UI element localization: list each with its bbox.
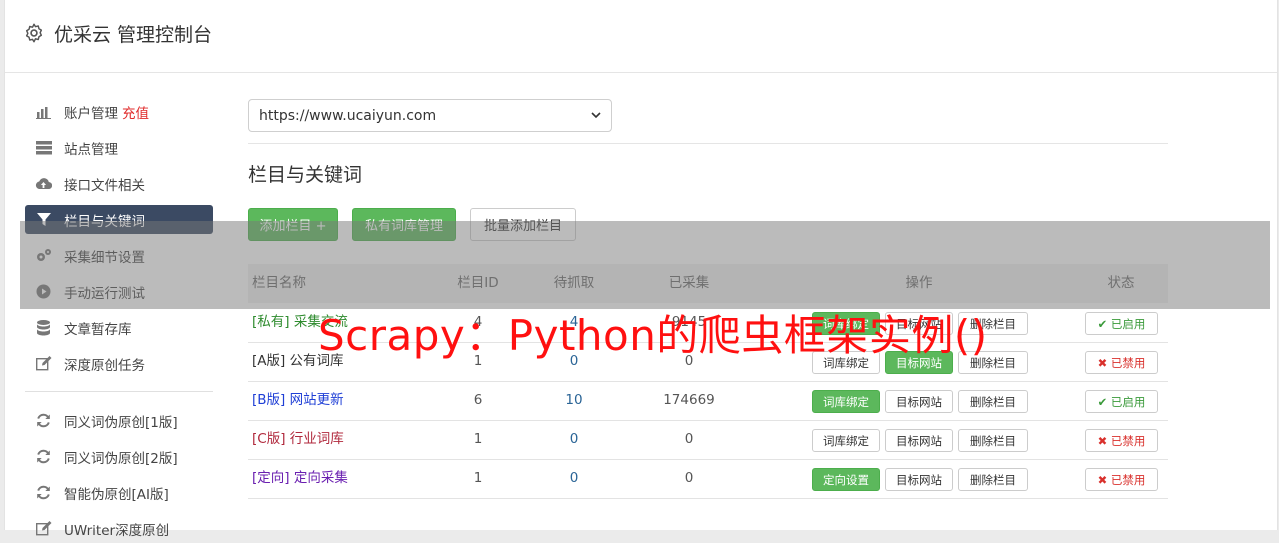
gray-overlay-band bbox=[20, 221, 1270, 309]
sidebar-item-account[interactable]: 账户管理 充值 bbox=[25, 97, 213, 126]
sidebar-item-label: 同义词伪原创[2版] bbox=[64, 450, 178, 467]
sidebar-item-label: 同义词伪原创[1版] bbox=[64, 414, 178, 431]
watermark-title: Scrapy：Python的爬虫框架实例() bbox=[318, 311, 988, 360]
status-toggle[interactable]: ✔ 已启用 bbox=[1085, 312, 1158, 335]
lexicon-bind-button[interactable]: 词库绑定 bbox=[812, 429, 880, 452]
edit-icon bbox=[35, 355, 52, 372]
column-id: 1 bbox=[473, 431, 483, 447]
lexicon-bind-button[interactable]: 词库绑定 bbox=[812, 390, 880, 413]
sidebar-divider bbox=[25, 391, 213, 392]
sidebar-item-ai-rewrite[interactable]: 智能伪原创[AI版] bbox=[25, 478, 213, 507]
refresh-icon bbox=[35, 484, 52, 501]
column-id: 1 bbox=[473, 470, 483, 486]
status-toggle[interactable]: ✖ 已禁用 bbox=[1085, 429, 1158, 452]
site-select-value: https://www.ucaiyun.com bbox=[259, 107, 437, 124]
sidebar-item-synonym-v2[interactable]: 同义词伪原创[2版] bbox=[25, 442, 213, 471]
sidebar-item-label: 智能伪原创[AI版] bbox=[64, 486, 169, 503]
sidebar-item-deep-original[interactable]: 深度原创任务 bbox=[25, 349, 213, 378]
recharge-link[interactable]: 充值 bbox=[122, 102, 149, 122]
divider bbox=[248, 143, 1168, 144]
sidebar-item-label: UWriter深度原创 bbox=[64, 522, 170, 539]
database-icon bbox=[35, 319, 52, 336]
target-site-button[interactable]: 目标网站 bbox=[885, 429, 953, 452]
sidebar-item-uwriter[interactable]: UWriter深度原创 bbox=[25, 514, 213, 543]
column-name-link[interactable]: [B版] 网站更新 bbox=[252, 381, 344, 420]
delete-column-button[interactable]: 删除栏目 bbox=[958, 390, 1028, 413]
refresh-icon bbox=[35, 448, 52, 465]
sidebar-item-article-storage[interactable]: 文章暂存库 bbox=[25, 313, 213, 342]
top-header: 优采云 管理控制台 bbox=[5, 0, 1277, 73]
status-toggle[interactable]: ✖ 已禁用 bbox=[1085, 351, 1158, 374]
cloud-upload-icon bbox=[35, 175, 52, 192]
status-toggle[interactable]: ✔ 已启用 bbox=[1085, 390, 1158, 413]
gear-icon bbox=[25, 23, 43, 43]
lexicon-bind-button[interactable]: 定向设置 bbox=[812, 468, 880, 491]
pending-count-link[interactable]: 0 bbox=[544, 459, 604, 498]
table-row: [定向] 定向采集 1 0 0 定向设置 目标网站 删除栏目 ✖ 已禁用 bbox=[248, 459, 1168, 499]
target-site-button[interactable]: 目标网站 bbox=[885, 468, 953, 491]
collected-count: 174669 bbox=[663, 392, 715, 408]
pending-count-link[interactable]: 0 bbox=[544, 420, 604, 459]
sidebar-item-sites[interactable]: 站点管理 bbox=[25, 133, 213, 162]
sidebar-item-label: 深度原创任务 bbox=[64, 357, 145, 374]
collected-count: 0 bbox=[684, 431, 694, 447]
console-frame: 优采云 管理控制台 账户管理 充值 站点管理 接口文件相关 栏目与关键词 采集细… bbox=[4, 0, 1278, 539]
collected-count: 0 bbox=[684, 470, 694, 486]
column-name-link[interactable]: [C版] 行业词库 bbox=[252, 420, 344, 459]
target-site-button[interactable]: 目标网站 bbox=[885, 390, 953, 413]
sidebar-item-synonym-v1[interactable]: 同义词伪原创[1版] bbox=[25, 406, 213, 435]
refresh-icon bbox=[35, 412, 52, 429]
section-title: 栏目与关键词 bbox=[248, 164, 363, 186]
column-name-link[interactable]: [定向] 定向采集 bbox=[252, 459, 348, 498]
chevron-down-icon bbox=[591, 112, 601, 119]
table-row: [B版] 网站更新 6 10 174669 词库绑定 目标网站 删除栏目 ✔ 已启用 bbox=[248, 381, 1168, 421]
site-select[interactable]: https://www.ucaiyun.com bbox=[248, 99, 612, 132]
status-toggle[interactable]: ✖ 已禁用 bbox=[1085, 468, 1158, 491]
sidebar-item-label: 账户管理 bbox=[64, 105, 118, 122]
delete-column-button[interactable]: 删除栏目 bbox=[958, 468, 1028, 491]
sidebar-item-label: 接口文件相关 bbox=[64, 177, 145, 194]
server-icon bbox=[35, 139, 52, 156]
delete-column-button[interactable]: 删除栏目 bbox=[958, 429, 1028, 452]
console-title: 优采云 管理控制台 bbox=[54, 24, 213, 46]
table-row: [C版] 行业词库 1 0 0 词库绑定 目标网站 删除栏目 ✖ 已禁用 bbox=[248, 420, 1168, 460]
pending-count-link[interactable]: 10 bbox=[544, 381, 604, 420]
edit-icon bbox=[35, 520, 52, 537]
sidebar-item-label: 站点管理 bbox=[64, 141, 118, 158]
sidebar-item-label: 文章暂存库 bbox=[64, 321, 132, 338]
bar-chart-icon bbox=[35, 103, 52, 120]
sidebar-item-interface-files[interactable]: 接口文件相关 bbox=[25, 169, 213, 198]
column-id: 6 bbox=[473, 392, 483, 408]
